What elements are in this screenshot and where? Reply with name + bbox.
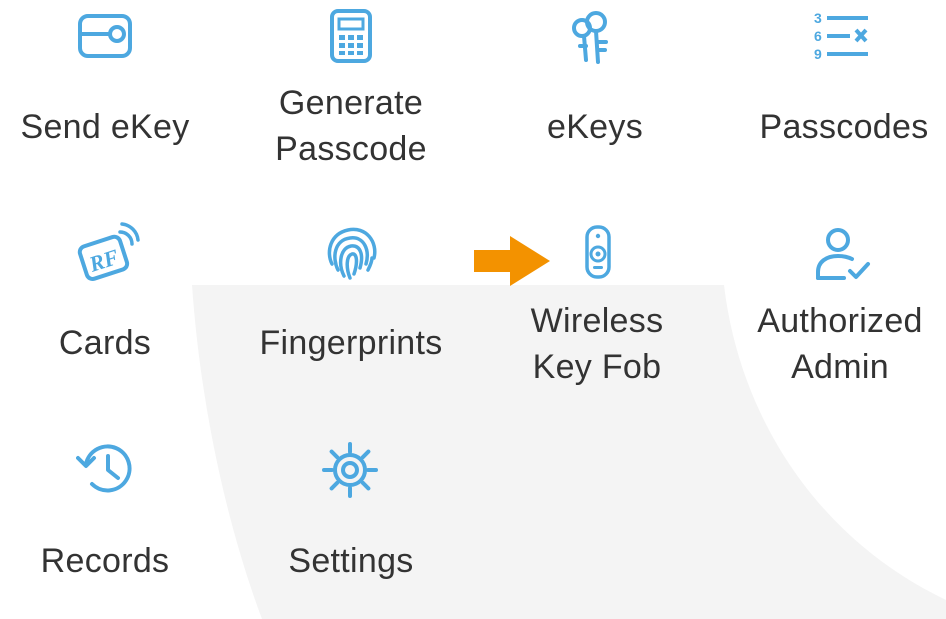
generate-passcode-label: Generate Passcode [275, 84, 427, 168]
passcodes-label: Passcodes [759, 108, 929, 146]
settings-label: Settings [288, 542, 414, 580]
history-clock-icon [76, 444, 132, 493]
keys-icon [572, 11, 608, 64]
menu-item-records[interactable] [76, 440, 136, 498]
admin-user-icon [816, 228, 870, 280]
authorized-admin-label: Authorized Admin [757, 302, 923, 386]
wireless-key-fob-label: Wireless Key Fob [530, 302, 664, 386]
ekeys-label: eKeys [547, 108, 643, 146]
records-label: Records [40, 542, 170, 580]
passcode-list-icon: 3 6 9 [814, 10, 868, 62]
ekey-send-icon [78, 14, 132, 58]
menu-item-wireless-key-fob[interactable] [583, 222, 613, 282]
menu-item-send-ekey[interactable] [70, 12, 140, 60]
menu-item-settings[interactable] [320, 440, 380, 500]
menu-item-cards[interactable]: RF [76, 222, 140, 282]
rf-card-icon: RF [77, 222, 140, 281]
fingerprints-label: Fingerprints [259, 324, 443, 362]
app-menu-grid: Send eKey Generate Passcode eKeys 3 6 9 … [0, 0, 946, 619]
menu-item-passcodes[interactable]: 3 6 9 [812, 10, 872, 66]
pointer-arrow-icon [474, 236, 550, 286]
fingerprint-icon [327, 227, 377, 280]
gear-icon [322, 442, 378, 498]
send-ekey-label: Send eKey [20, 108, 190, 146]
svg-text:3: 3 [814, 10, 822, 26]
svg-text:9: 9 [814, 46, 822, 62]
menu-item-generate-passcode[interactable] [327, 8, 375, 64]
key-fob-icon [585, 225, 611, 279]
menu-item-ekeys[interactable] [570, 10, 618, 66]
cards-label: Cards [58, 324, 152, 362]
menu-item-authorized-admin[interactable] [812, 226, 872, 282]
keypad-icon [330, 9, 372, 63]
menu-item-fingerprints[interactable] [320, 222, 382, 284]
svg-text:6: 6 [814, 28, 822, 44]
